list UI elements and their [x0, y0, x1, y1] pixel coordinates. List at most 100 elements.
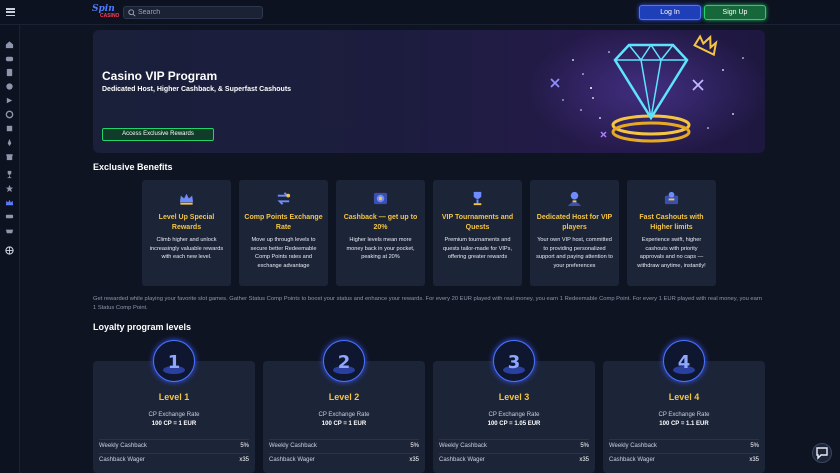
main-content: Casino VIP Program Dedicated Host, Highe…: [20, 25, 840, 473]
benefit-title: Comp Points Exchange Rate: [244, 214, 323, 231]
crown-icon: [179, 193, 194, 205]
sidebar: [0, 25, 20, 473]
level-row: Weekly Cashback 5%: [609, 439, 759, 451]
hero-subtitle: Dedicated Host, Higher Cashback, & Super…: [102, 86, 292, 93]
cards-icon[interactable]: [5, 68, 14, 77]
row-value: 5%: [580, 443, 589, 449]
live-icon[interactable]: [5, 96, 14, 105]
vip-hero-banner: Casino VIP Program Dedicated Host, Highe…: [93, 30, 765, 153]
medal-number: 1: [168, 352, 181, 373]
level-row: Cashback Wager x35: [99, 453, 249, 465]
row-label: Weekly Cashback: [269, 443, 317, 449]
cp-rate-label: CP Exchange Rate: [318, 412, 370, 418]
benefit-description: Move up through levels to secure better …: [250, 237, 317, 269]
slots-icon[interactable]: [5, 82, 14, 91]
level-1-medal-icon: 1: [153, 340, 195, 382]
benefit-description: Higher levels mean more money back in yo…: [346, 237, 415, 260]
login-button[interactable]: Log In: [639, 5, 701, 20]
benefit-description: Premium tournaments and quests tailor-ma…: [442, 237, 513, 260]
benefit-card: Cashback — get up to 20% Higher levels m…: [336, 180, 425, 286]
level-2-medal-icon: 2: [323, 340, 365, 382]
top-bar: Spin CASINO Log In Sign Up: [0, 0, 840, 25]
row-label: Cashback Wager: [609, 457, 655, 463]
trophy-icon: [473, 191, 482, 206]
row-label: Weekly Cashback: [609, 443, 657, 449]
level-name: Level 4: [668, 392, 700, 402]
level-row: Cashback Wager x35: [439, 453, 589, 465]
jackpot-icon[interactable]: [5, 124, 14, 133]
cp-rate-value: 100 CP = 1.05 EUR: [487, 421, 541, 427]
globe-icon[interactable]: [5, 246, 14, 255]
cp-rate-value: 100 CP = 1 EUR: [321, 421, 367, 427]
benefit-description: Experience swift, higher cashouts with p…: [637, 237, 706, 269]
levels-section-title: Loyalty program levels: [93, 322, 192, 332]
logo-subtext: CASINO: [100, 13, 120, 19]
medal-number: 2: [338, 352, 351, 373]
comp-points-note: Get rewarded while playing your favorite…: [93, 296, 763, 311]
exchange-icon: [277, 192, 291, 205]
hero-title: Casino VIP Program: [102, 69, 218, 83]
cashback-icon: [373, 192, 388, 205]
level-name: Level 1: [158, 392, 190, 402]
casino-logo[interactable]: Spin CASINO: [92, 5, 120, 20]
benefit-title: Dedicated Host for VIP players: [536, 214, 613, 231]
benefit-card: Comp Points Exchange Rate Move up throug…: [239, 180, 328, 286]
benefit-card: VIP Tournaments and Quests Premium tourn…: [433, 180, 522, 286]
home-icon[interactable]: [5, 40, 14, 49]
medal-number: 4: [678, 352, 691, 373]
cp-rate-label: CP Exchange Rate: [488, 412, 540, 418]
row-value: x35: [749, 457, 759, 463]
level-row: Cashback Wager x35: [609, 453, 759, 465]
benefit-description: Your own VIP host, committed to providin…: [536, 237, 613, 269]
trophy-icon[interactable]: [5, 170, 14, 179]
level-row: Weekly Cashback 5%: [99, 439, 249, 451]
benefits-section-title: Exclusive Benefits: [93, 162, 173, 172]
row-label: Weekly Cashback: [439, 443, 487, 449]
menu-icon[interactable]: [6, 8, 15, 16]
level-name: Level 3: [498, 392, 530, 402]
benefit-title: Level Up Special Rewards: [158, 214, 215, 231]
tournament-icon[interactable]: [5, 184, 14, 193]
cp-rate-label: CP Exchange Rate: [148, 412, 200, 418]
level-row: Cashback Wager x35: [269, 453, 419, 465]
benefit-title: Cashback — get up to 20%: [343, 214, 418, 231]
row-value: 5%: [410, 443, 419, 449]
chat-support-button[interactable]: [812, 443, 832, 463]
diamond-illustration: [528, 30, 765, 153]
level-3-medal-icon: 3: [493, 340, 535, 382]
benefit-title: VIP Tournaments and Quests: [441, 214, 514, 231]
row-label: Weekly Cashback: [99, 443, 147, 449]
promo-icon[interactable]: [5, 212, 14, 221]
row-value: 5%: [240, 443, 249, 449]
benefit-title: Fast Cashouts with Higher limits: [639, 214, 704, 231]
row-value: x35: [579, 457, 589, 463]
benefit-description: Climb higher and unlock increasingly val…: [149, 237, 224, 260]
row-label: Cashback Wager: [269, 457, 315, 463]
cp-rate-value: 100 CP = 1 EUR: [151, 421, 197, 427]
search-box[interactable]: [123, 6, 263, 19]
roulette-icon[interactable]: [5, 110, 14, 119]
level-name: Level 2: [328, 392, 360, 402]
row-value: x35: [409, 457, 419, 463]
cp-rate-value: 100 CP = 1.1 EUR: [659, 421, 709, 427]
search-input[interactable]: [138, 7, 258, 18]
rocket-icon[interactable]: [5, 138, 14, 147]
level-row: Weekly Cashback 5%: [439, 439, 589, 451]
chat-icon: [816, 447, 828, 460]
cashout-icon: [664, 191, 679, 205]
benefit-card: Level Up Special Rewards Climb higher an…: [142, 180, 231, 286]
benefit-card: Dedicated Host for VIP players Your own …: [530, 180, 619, 286]
row-value: 5%: [750, 443, 759, 449]
vip-icon[interactable]: [5, 226, 14, 235]
gift-icon[interactable]: [5, 152, 14, 161]
benefit-card: Fast Cashouts with Higher limits Experie…: [627, 180, 716, 286]
row-label: Cashback Wager: [99, 457, 145, 463]
level-4-medal-icon: 4: [663, 340, 705, 382]
access-rewards-button[interactable]: Access Exclusive Rewards: [102, 128, 214, 141]
search-icon: [128, 9, 136, 17]
games-icon[interactable]: [5, 54, 14, 63]
cp-rate-label: CP Exchange Rate: [658, 412, 710, 418]
signup-button[interactable]: Sign Up: [704, 5, 766, 20]
crown-icon[interactable]: [5, 198, 14, 207]
level-row: Weekly Cashback 5%: [269, 439, 419, 451]
